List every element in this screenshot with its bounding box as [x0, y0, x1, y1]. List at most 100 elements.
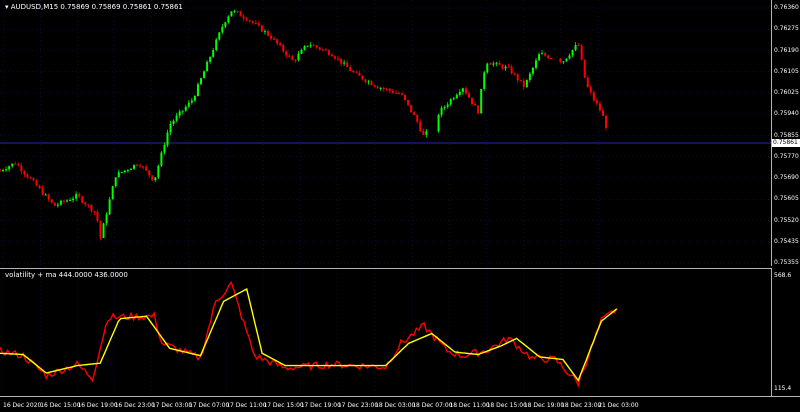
- candle-body: [218, 32, 221, 40]
- candle-body: [458, 91, 461, 95]
- indicator-axis[interactable]: 568.6 115.4: [772, 268, 800, 395]
- candle-body: [81, 196, 84, 203]
- time-tick: 16 Dec 15:00: [40, 402, 81, 409]
- candle-body: [592, 92, 595, 101]
- candle-body: [50, 199, 53, 203]
- candle-body: [102, 223, 105, 238]
- candle-body: [84, 202, 87, 205]
- candle-body: [364, 79, 367, 82]
- candle-body: [413, 112, 416, 116]
- candle-body: [562, 61, 565, 63]
- candle-body: [236, 11, 239, 13]
- candle-body: [349, 67, 352, 71]
- candle-body: [333, 56, 336, 59]
- candle-body: [35, 180, 38, 186]
- candle-body: [471, 97, 474, 104]
- candle-body: [47, 194, 50, 200]
- price-tick: 0.75605: [774, 195, 799, 203]
- candle-body: [90, 205, 93, 212]
- candle-body: [547, 55, 550, 59]
- candle-body: [126, 169, 129, 171]
- candle-body: [327, 50, 330, 55]
- chart-title: ▾ AUDUSD,M15 0.75869 0.75869 0.75861 0.7…: [5, 3, 183, 11]
- candle-body: [528, 73, 531, 80]
- candle-body: [522, 80, 525, 87]
- candle-body: [534, 60, 537, 68]
- candle-body: [99, 220, 102, 238]
- candle-body: [87, 204, 90, 206]
- price-chart-canvas[interactable]: [0, 0, 771, 266]
- candle-body: [324, 49, 327, 51]
- candle-body: [400, 93, 403, 95]
- candle-body: [20, 165, 23, 172]
- candle-body: [17, 164, 20, 166]
- candle-body: [285, 51, 288, 56]
- candle-body: [254, 22, 257, 24]
- candle-body: [172, 120, 175, 124]
- time-tick: 18 Dec 23:00: [561, 402, 602, 409]
- candle-body: [492, 63, 495, 65]
- candle-body: [181, 110, 184, 112]
- candle-body: [340, 58, 343, 64]
- candle-body: [5, 169, 8, 171]
- candle-body: [199, 78, 202, 85]
- candle-body: [425, 131, 428, 135]
- time-tick: 16 Dec 2020: [3, 402, 42, 409]
- candle-body: [455, 94, 458, 99]
- candle-body: [297, 53, 300, 61]
- candle-body: [148, 170, 151, 176]
- candle-body: [175, 115, 178, 121]
- candle-body: [78, 194, 81, 197]
- time-tick: 17 Dec 15:00: [263, 402, 304, 409]
- price-tick: 0.76105: [774, 67, 799, 75]
- price-tick: 0.76025: [774, 89, 799, 96]
- candle-body: [41, 188, 44, 195]
- candle-body: [169, 123, 172, 133]
- time-axis[interactable]: 16 Dec 2020 16 Dec 15:00 16 Dec 19:00 16 De…: [0, 396, 800, 412]
- candle-body: [178, 111, 181, 116]
- price-axis[interactable]: 0.76360 0.76275 0.76190 0.76105 0.76025 0.759…: [772, 0, 800, 266]
- candle-body: [589, 87, 592, 93]
- candle-body: [303, 46, 306, 50]
- candle-body: [212, 50, 215, 57]
- candle-body: [56, 204, 59, 206]
- candle-body: [139, 165, 142, 167]
- candle-body: [498, 62, 501, 66]
- candle-body: [129, 168, 132, 170]
- indicator-canvas[interactable]: [0, 269, 771, 396]
- candle-body: [330, 54, 333, 57]
- candle-body: [184, 106, 187, 111]
- candle-body: [123, 170, 126, 173]
- candle-body: [474, 103, 477, 106]
- candle-body: [306, 45, 309, 47]
- candle-body: [598, 103, 601, 111]
- candle-body: [507, 66, 510, 68]
- candle-body: [346, 62, 349, 68]
- time-tick: 17 Dec 03:00: [151, 402, 193, 409]
- candle-body: [504, 66, 507, 69]
- candle-body: [577, 45, 580, 47]
- candle-body: [550, 58, 553, 60]
- candle-body: [242, 16, 245, 19]
- chart-menu-icon[interactable]: ▾: [5, 3, 9, 11]
- price-chart-pane[interactable]: ▾ AUDUSD,M15 0.75869 0.75869 0.75861 0.7…: [0, 0, 772, 266]
- candle-body: [373, 85, 376, 87]
- indicator-pane[interactable]: volatility + ma 444.0000 436.0000: [0, 268, 772, 396]
- candle-body: [385, 88, 388, 90]
- candle-body: [352, 70, 355, 73]
- indicator-title: volatility + ma 444.0000 436.0000: [5, 271, 128, 279]
- price-tick: 0.76360: [774, 4, 799, 11]
- candle-body: [11, 163, 14, 167]
- candle-body: [300, 49, 303, 54]
- candle-body: [452, 98, 455, 100]
- candle-body: [69, 200, 72, 202]
- candle-body: [513, 73, 516, 75]
- candle-body: [193, 96, 196, 101]
- candle-body: [312, 45, 315, 47]
- candle-body: [239, 11, 242, 17]
- candle-body: [62, 200, 65, 202]
- candle-body: [160, 152, 163, 166]
- candle-body: [227, 16, 230, 23]
- price-tick: 0.76190: [774, 46, 799, 54]
- time-tick: 16 Dec 23:00: [114, 402, 155, 409]
